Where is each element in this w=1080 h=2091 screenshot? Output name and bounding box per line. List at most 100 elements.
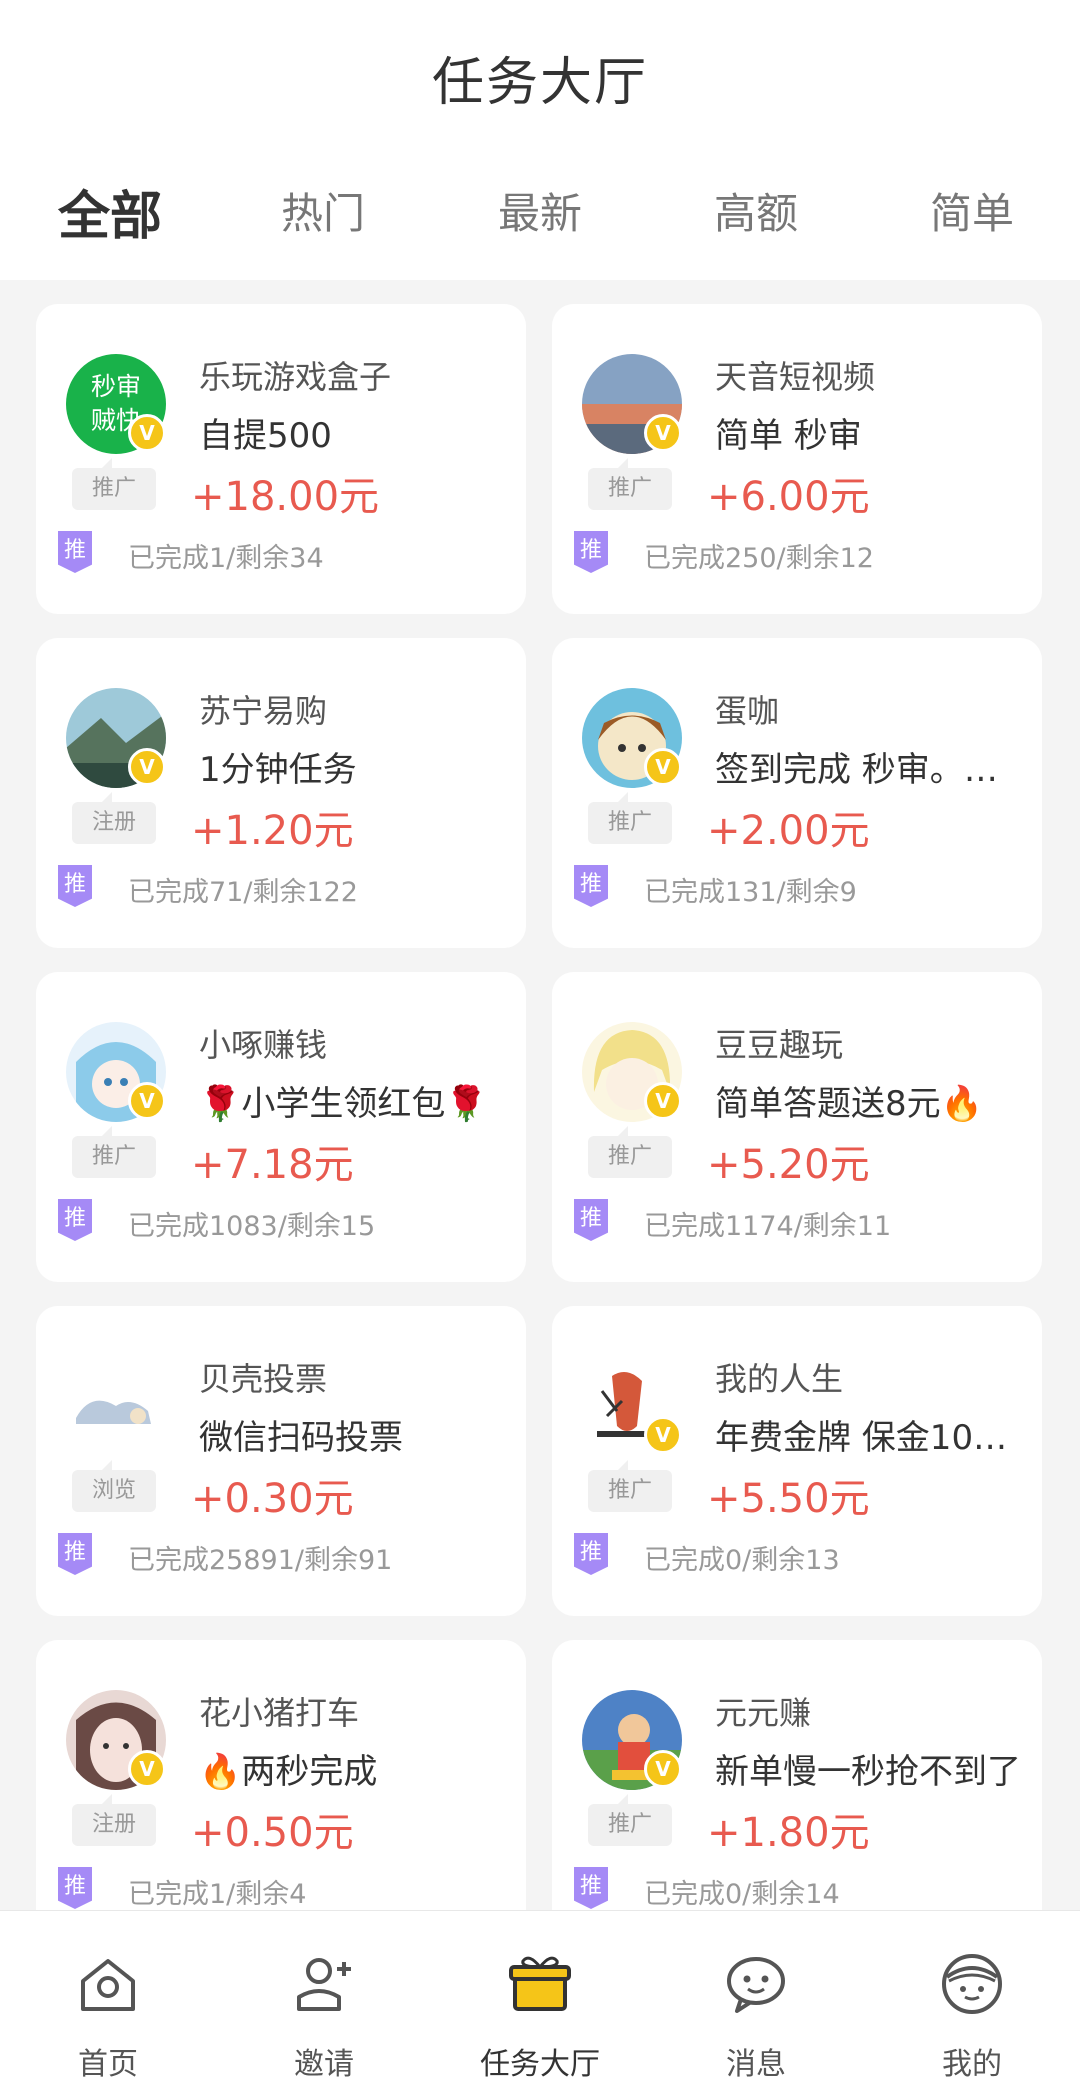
app-name: 贝壳投票 — [199, 1360, 328, 1398]
nav-messages[interactable]: 消息 — [648, 1911, 864, 2091]
task-description: 简单答题送8元🔥 — [715, 1084, 983, 1124]
completion-stat: 已完成1/剩余34 — [128, 543, 324, 574]
task-type-tag: 推广 — [72, 1126, 156, 1178]
completion-stat: 已完成1083/剩余15 — [128, 1211, 376, 1242]
task-card[interactable]: V 推广 小啄赚钱 🌹小学生领红包🌹 +7.18元 推 已完成1083/剩余15 — [36, 972, 526, 1282]
task-description: 自提500 — [199, 416, 332, 456]
task-hall-icon — [509, 1956, 571, 2011]
verified-badge-icon: V — [128, 1082, 166, 1120]
nav-label: 我的 — [942, 2047, 1002, 2082]
verified-badge-icon: V — [128, 414, 166, 452]
task-type-tag: 推广 — [588, 458, 672, 510]
task-card[interactable]: V 推广 我的人生 年费金牌 保金1000元 +5.50元 推 已完成0/剩余1… — [552, 1306, 1042, 1616]
app-name: 花小猪打车 — [199, 1694, 360, 1732]
reward-amount: +5.50元 — [707, 1476, 870, 1522]
nav-home[interactable]: 首页 — [0, 1911, 216, 2091]
tab-all[interactable]: 全部 — [58, 174, 162, 249]
task-type-tag: 推广 — [588, 1794, 672, 1846]
completion-stat: 已完成250/剩余12 — [644, 543, 874, 574]
category-tabs: 全部 热门 最新 高额 简单 — [0, 180, 1080, 250]
task-type-tag: 推广 — [588, 1126, 672, 1178]
task-description: 签到完成 秒审。赚钱 — [715, 750, 1025, 790]
app-avatar — [66, 1356, 166, 1456]
nav-label: 首页 — [78, 2047, 138, 2082]
task-card[interactable]: 浏览 贝壳投票 微信扫码投票 +0.30元 推 已完成25891/剩余91 — [36, 1306, 526, 1616]
task-card[interactable]: V 推广 蛋咖 签到完成 秒审。赚钱 +2.00元 推 已完成131/剩余9 — [552, 638, 1042, 948]
completion-stat: 已完成1/剩余4 — [128, 1879, 307, 1910]
task-card[interactable]: V 推广 元元赚 新单慢一秒抢不到了 +1.80元 推 已完成0/剩余14 — [552, 1640, 1042, 1910]
promo-badge-icon: 推 — [58, 865, 92, 907]
verified-badge-icon: V — [644, 1082, 682, 1120]
promo-badge-icon: 推 — [58, 1199, 92, 1241]
nav-label: 消息 — [726, 2047, 786, 2082]
task-type-tag: 推广 — [588, 1460, 672, 1512]
reward-amount: +18.00元 — [191, 474, 380, 520]
task-grid: 秒审 贼快 V 推广 乐玩游戏盒子 自提500 +18.00元 推 已完成1/剩… — [0, 280, 1080, 1910]
task-description: 年费金牌 保金1000元 — [715, 1418, 1025, 1458]
promo-badge-icon: 推 — [574, 865, 608, 907]
promo-badge-icon: 推 — [574, 531, 608, 573]
tab-high-value[interactable]: 高额 — [714, 180, 798, 241]
nav-label: 邀请 — [294, 2047, 354, 2082]
message-icon — [727, 1957, 785, 2013]
task-card[interactable]: 秒审 贼快 V 推广 乐玩游戏盒子 自提500 +18.00元 推 已完成1/剩… — [36, 304, 526, 614]
task-description: 新单慢一秒抢不到了 — [715, 1752, 1021, 1792]
verified-badge-icon: V — [644, 1416, 682, 1454]
task-description: 微信扫码投票 — [199, 1418, 403, 1458]
top-header: 任务大厅 全部 热门 最新 高额 简单 — [0, 0, 1080, 280]
app-name: 元元赚 — [715, 1694, 812, 1732]
promo-badge-icon: 推 — [58, 531, 92, 573]
completion-stat: 已完成131/剩余9 — [644, 877, 857, 908]
tab-simple[interactable]: 简单 — [930, 180, 1014, 241]
reward-amount: +6.00元 — [707, 474, 870, 520]
app-name: 蛋咖 — [715, 692, 780, 730]
task-card[interactable]: V 推广 豆豆趣玩 简单答题送8元🔥 +5.20元 推 已完成1174/剩余11 — [552, 972, 1042, 1282]
invite-icon — [297, 1958, 351, 2011]
promo-badge-icon: 推 — [58, 1867, 92, 1909]
reward-amount: +0.30元 — [191, 1476, 354, 1522]
task-card[interactable]: V 推广 天音短视频 简单 秒审 +6.00元 推 已完成250/剩余12 — [552, 304, 1042, 614]
reward-amount: +5.20元 — [707, 1142, 870, 1188]
page-title: 任务大厅 — [431, 53, 648, 113]
verified-badge-icon: V — [128, 748, 166, 786]
task-card[interactable]: V 注册 花小猪打车 🔥两秒完成 +0.50元 推 已完成1/剩余4 — [36, 1640, 526, 1910]
completion-stat: 已完成0/剩余13 — [644, 1545, 840, 1576]
completion-stat: 已完成0/剩余14 — [644, 1879, 840, 1910]
promo-badge-icon: 推 — [574, 1533, 608, 1575]
profile-icon — [942, 1954, 1002, 2014]
task-type-tag: 浏览 — [72, 1460, 156, 1512]
task-description: 🔥两秒完成 — [199, 1752, 378, 1792]
tab-newest[interactable]: 最新 — [498, 180, 582, 241]
task-type-tag: 注册 — [72, 1794, 156, 1846]
bottom-navigation: 首页 邀请 任务大厅 消息 我的 — [0, 1910, 1080, 2091]
home-icon — [81, 1959, 135, 2011]
app-name: 乐玩游戏盒子 — [199, 358, 392, 396]
task-card[interactable]: V 注册 苏宁易购 1分钟任务 +1.20元 推 已完成71/剩余122 — [36, 638, 526, 948]
app-name: 天音短视频 — [715, 358, 876, 396]
promo-badge-icon: 推 — [58, 1533, 92, 1575]
reward-amount: +7.18元 — [191, 1142, 354, 1188]
completion-stat: 已完成71/剩余122 — [128, 877, 358, 908]
app-name: 苏宁易购 — [199, 692, 328, 730]
nav-invite[interactable]: 邀请 — [216, 1911, 432, 2091]
app-name: 小啄赚钱 — [199, 1026, 328, 1064]
completion-stat: 已完成1174/剩余11 — [644, 1211, 892, 1242]
task-type-tag: 推广 — [72, 458, 156, 510]
promo-badge-icon: 推 — [574, 1199, 608, 1241]
nav-profile[interactable]: 我的 — [864, 1911, 1080, 2091]
tab-hot[interactable]: 热门 — [281, 180, 365, 241]
completion-stat: 已完成25891/剩余91 — [128, 1545, 393, 1576]
verified-badge-icon: V — [644, 748, 682, 786]
reward-amount: +2.00元 — [707, 808, 870, 854]
verified-badge-icon: V — [644, 414, 682, 452]
reward-amount: +1.20元 — [191, 808, 354, 854]
app-name: 我的人生 — [715, 1360, 844, 1398]
task-description: 简单 秒审 — [715, 416, 862, 456]
nav-label: 任务大厅 — [480, 2047, 600, 2082]
reward-amount: +0.50元 — [191, 1810, 354, 1856]
verified-badge-icon: V — [644, 1750, 682, 1788]
promo-badge-icon: 推 — [574, 1867, 608, 1909]
task-type-tag: 注册 — [72, 792, 156, 844]
verified-badge-icon: V — [128, 1750, 166, 1788]
nav-task-hall[interactable]: 任务大厅 — [432, 1911, 648, 2091]
